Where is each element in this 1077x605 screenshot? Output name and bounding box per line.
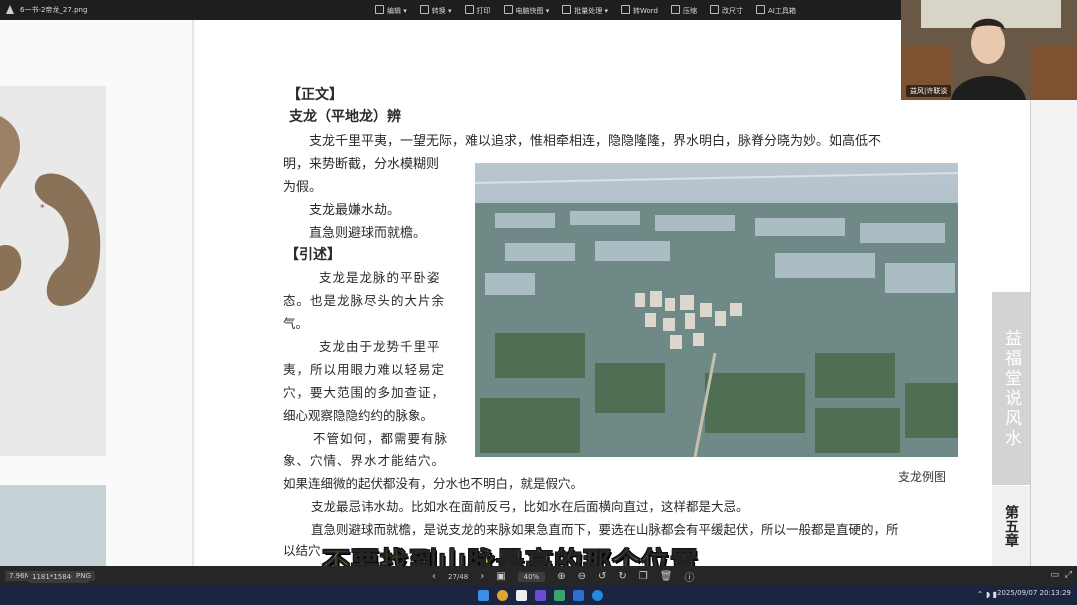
photo-caption: 支龙例图: [898, 470, 947, 484]
image-format: PNG: [72, 571, 95, 581]
calligraphy-strokes: *: [0, 116, 101, 306]
quote-line: 如果连细微的起伏都没有，分水也不明白，就是假穴。: [283, 476, 584, 491]
page-indicator: 27/48: [448, 572, 469, 581]
os-taskbar: ⌃ ◗ ▮ 2025/09/07 20:13:29: [0, 586, 1077, 605]
body-line: 为假。: [283, 180, 323, 195]
messenger-icon[interactable]: [592, 590, 603, 601]
quote-line: 支龙由于龙势千里平: [319, 339, 441, 354]
quote-line: 夷，所以用眼力难以轻易定: [283, 362, 446, 377]
copy-icon[interactable]: ❐: [639, 571, 648, 582]
quote-line: 象、穴情、界水才能结穴。: [283, 453, 446, 468]
print-icon: [464, 5, 474, 14]
to-word-button[interactable]: 转Word: [621, 5, 658, 16]
top-toolbar: 编辑 ▾ 转换 ▾ 打印 电脑快图 ▾ 批量处理 ▾ 转Word 压缩 改尺寸 …: [375, 5, 796, 16]
prev-page-icon[interactable]: ‹: [432, 571, 436, 582]
rotate-right-icon[interactable]: ↻: [618, 571, 626, 582]
body-line: 明，来势断截，分水模糊则: [283, 157, 440, 172]
quote-heading: 【引述】: [285, 247, 341, 263]
zoom-select[interactable]: 40%: [517, 571, 546, 582]
print-button[interactable]: 打印: [464, 5, 491, 16]
system-clock: 2025/09/07 20:13:29: [996, 589, 1071, 597]
browser-icon[interactable]: [497, 590, 508, 601]
quote-line: 穴，要大范围的多加查证，: [283, 385, 446, 400]
fullscreen-icon[interactable]: ⤢: [1065, 570, 1072, 580]
landscape-thumbnail: [0, 485, 106, 566]
aerial-fish-ponds-image: [475, 163, 958, 457]
aerial-photo: [475, 163, 958, 457]
edit-menu[interactable]: 编辑 ▾: [375, 5, 407, 16]
delete-icon[interactable]: 🗑: [660, 571, 673, 582]
quick-view-menu[interactable]: 电脑快图 ▾: [503, 5, 549, 16]
quote-line: 气。: [283, 316, 309, 331]
body-line: 直急则避球而就檐。: [309, 226, 427, 241]
webcam-overlay: 益风|许联谈: [901, 0, 1077, 100]
body-line: 支龙千里平夷，一望无际，难以追求，惟相牵相连，隐隐隆隆，界水明白，脉脊分晓为妙。…: [309, 134, 882, 149]
quote-line: 支龙最忌讳水劫。比如水在面前反弓，比如水在后面横向直过，这样都是大忌。: [311, 499, 749, 514]
media-icon[interactable]: [554, 590, 565, 601]
app-icon[interactable]: [535, 590, 546, 601]
app-logo-icon: [6, 5, 14, 14]
presenter-label: 益风|许联谈: [906, 85, 952, 97]
quote-line: 支龙是龙脉的平卧姿: [319, 270, 441, 285]
image-icon: [503, 5, 513, 14]
side-chapter-label: 第五章: [992, 486, 1030, 566]
word-icon: [621, 5, 630, 14]
page-navigation: ‹ 27/48 › ▣ 40% ⊕ ⊖ ↺ ↻ ❐ 🗑 ⓘ: [432, 569, 694, 584]
convert-icon: [419, 5, 429, 14]
batch-menu[interactable]: 批量处理 ▾: [562, 5, 608, 16]
body-line: 支龙最嫌水劫。: [309, 203, 401, 218]
ai-tools-button[interactable]: AI工具箱: [756, 5, 796, 16]
resize-button[interactable]: 改尺寸: [710, 5, 743, 16]
image-viewer: * 【正文】 支龙（平地龙）辨 支龙千里平夷，一望无际，难以追求，惟相牵相连，隐…: [0, 20, 1077, 580]
rotate-left-icon[interactable]: ↺: [598, 571, 606, 582]
file-name: 6一书-2帝龙_27.png: [20, 6, 88, 14]
quote-line: 不管如何，都需要有脉: [313, 431, 449, 446]
sub-heading: 支龙（平地龙）辨: [289, 109, 401, 125]
resize-icon: [710, 5, 719, 14]
start-menu-icon[interactable]: [478, 590, 489, 601]
system-tray[interactable]: ⌃ ◗ ▮: [977, 590, 997, 599]
next-page-icon[interactable]: ›: [480, 571, 484, 582]
quote-line: 以结穴: [283, 543, 321, 558]
zoom-out-icon[interactable]: ⊖: [578, 571, 586, 582]
page-edge: [1030, 20, 1031, 566]
previous-page-preview: *: [0, 20, 193, 566]
gallery-icon[interactable]: ▭: [1050, 570, 1059, 580]
compress-icon: [671, 5, 680, 14]
store-icon[interactable]: [573, 590, 584, 601]
quote-line: 态。也是龙脉尽头的大片余: [283, 293, 446, 308]
ai-icon: [756, 5, 765, 14]
zoom-in-icon[interactable]: ⊕: [557, 571, 565, 582]
convert-menu[interactable]: 转换 ▾: [419, 5, 452, 16]
fit-icon[interactable]: ▣: [496, 571, 505, 582]
info-icon[interactable]: ⓘ: [684, 569, 694, 584]
edit-icon: [375, 5, 384, 14]
section-heading: 【正文】: [287, 87, 343, 103]
calligraphy-image: *: [0, 86, 106, 456]
quote-line: 细心观察隐隐约约的脉象。: [283, 408, 434, 423]
quote-line: 直急则避球而就檐，是说支龙的来脉如果急直而下，要选在山脉都会有平缓起伏，所以一般…: [311, 522, 899, 537]
compress-button[interactable]: 压缩: [671, 5, 697, 16]
batch-icon: [562, 5, 572, 14]
side-tab-title: 益福堂说风水: [992, 292, 1030, 485]
file-explorer-icon[interactable]: [516, 590, 527, 601]
status-bar: 7.96M 1181*1584像素 PNG ‹ 27/48 › ▣ 40% ⊕ …: [0, 566, 1077, 586]
svg-text:*: *: [40, 204, 45, 214]
